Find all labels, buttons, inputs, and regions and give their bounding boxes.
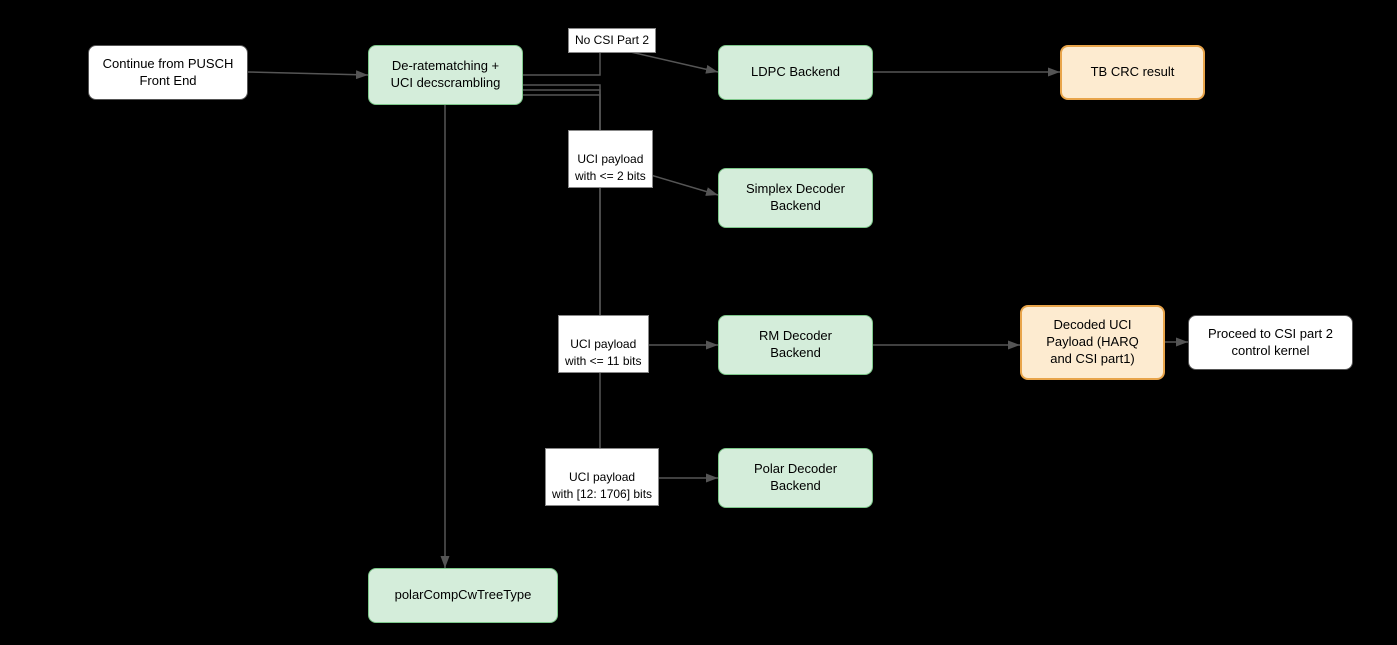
diagram-container: Continue from PUSCH Front End De-ratemat… — [0, 0, 1397, 645]
polar-comp-node: polarCompCwTreeType — [368, 568, 558, 623]
rm-decoder-node: RM Decoder Backend — [718, 315, 873, 375]
de-ratematching-label: De-ratematching + UCI decscrambling — [391, 58, 501, 92]
proceed-csi-node: Proceed to CSI part 2 control kernel — [1188, 315, 1353, 370]
decoded-uci-label: Decoded UCI Payload (HARQ and CSI part1) — [1046, 317, 1138, 368]
continue-pusch-node: Continue from PUSCH Front End — [88, 45, 248, 100]
uci-1706bits-label: UCI payload with [12: 1706] bits — [545, 448, 659, 506]
uci-2bits-label: UCI payload with <= 2 bits — [568, 130, 653, 188]
rm-decoder-label: RM Decoder Backend — [759, 328, 832, 362]
polar-decoder-node: Polar Decoder Backend — [718, 448, 873, 508]
uci-11bits-label: UCI payload with <= 11 bits — [558, 315, 649, 373]
polar-comp-label: polarCompCwTreeType — [395, 587, 532, 604]
simplex-decoder-label: Simplex Decoder Backend — [746, 181, 845, 215]
simplex-decoder-node: Simplex Decoder Backend — [718, 168, 873, 228]
polar-decoder-label: Polar Decoder Backend — [754, 461, 837, 495]
ldpc-backend-node: LDPC Backend — [718, 45, 873, 100]
continue-pusch-label: Continue from PUSCH Front End — [103, 56, 234, 90]
decoded-uci-node: Decoded UCI Payload (HARQ and CSI part1) — [1020, 305, 1165, 380]
tb-crc-result-node: TB CRC result — [1060, 45, 1205, 100]
de-ratematching-node: De-ratematching + UCI decscrambling — [368, 45, 523, 105]
proceed-csi-label: Proceed to CSI part 2 control kernel — [1208, 326, 1333, 360]
tb-crc-result-label: TB CRC result — [1091, 64, 1175, 81]
ldpc-backend-label: LDPC Backend — [751, 64, 840, 81]
no-csi-label: No CSI Part 2 — [568, 28, 656, 53]
